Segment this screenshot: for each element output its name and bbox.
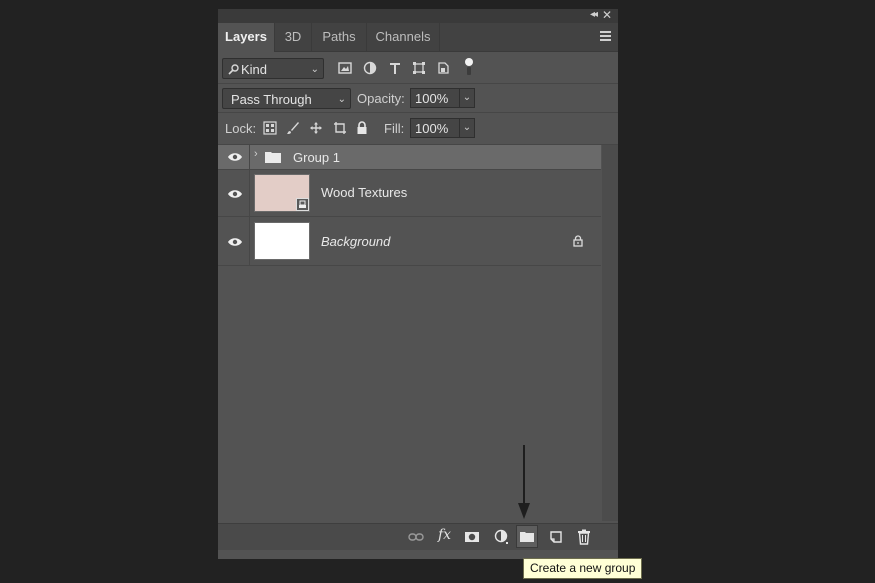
layer-thumbnail [254, 174, 310, 212]
layer-name[interactable]: Group 1 [293, 150, 340, 165]
tab-layers[interactable]: Layers [218, 23, 275, 52]
add-mask-icon[interactable] [464, 529, 480, 545]
fill-dropdown-arrow[interactable]: ⌄ [459, 118, 475, 138]
folder-icon [265, 152, 281, 163]
expand-arrow-icon[interactable]: › [254, 148, 258, 160]
blend-row: Pass Through ⌄ Opacity: 100% ⌄ [218, 84, 618, 113]
filter-kind-label: Kind [241, 62, 268, 77]
opacity-label: Opacity: [357, 91, 405, 106]
folder-icon [520, 532, 534, 542]
layers-panel: ◂◂ ✕ Layers 3D Paths Channels Kind ⌄ Pas… [218, 8, 618, 559]
new-layer-icon[interactable] [548, 529, 564, 545]
layer-row-background[interactable]: Background [218, 217, 601, 266]
layer-name[interactable]: Wood Textures [321, 185, 407, 200]
visibility-eye-icon[interactable] [227, 236, 243, 248]
fill-field[interactable]: 100% [410, 118, 460, 138]
opacity-dropdown-arrow[interactable]: ⌄ [459, 88, 475, 108]
panel-title-bar: ◂◂ ✕ [218, 8, 618, 23]
panel-tabs: Layers 3D Paths Channels [218, 23, 618, 52]
tab-3d[interactable]: 3D [275, 23, 312, 51]
lock-label: Lock: [225, 121, 257, 136]
lock-row: Lock: Fill: 100% ⌄ [218, 113, 618, 145]
chevron-down-icon: ⌄ [310, 64, 319, 75]
fill-label: Fill: [384, 121, 405, 136]
tooltip: Create a new group [523, 558, 643, 579]
blend-mode-value: Pass Through [231, 92, 312, 107]
layer-style-fx-icon[interactable]: fx [438, 527, 451, 543]
filter-toggle-icon[interactable] [464, 57, 474, 77]
pointer-arrow-icon [518, 445, 530, 519]
tab-paths[interactable]: Paths [312, 23, 367, 51]
search-icon [228, 64, 239, 75]
divider [249, 217, 250, 265]
layers-bottom-toolbar: fx [218, 523, 618, 550]
chevron-down-icon: ⌄ [337, 94, 346, 105]
opacity-field[interactable]: 100% [410, 88, 460, 108]
tab-channels[interactable]: Channels [367, 23, 440, 51]
filter-kind-dropdown[interactable]: Kind ⌄ [222, 58, 324, 79]
collapse-panel-icon[interactable]: ◂◂ [590, 9, 598, 20]
adjustment-layer-filter-icon[interactable] [363, 61, 377, 75]
smart-object-filter-icon[interactable] [436, 61, 450, 75]
layer-row-wood-textures[interactable]: Wood Textures [218, 170, 601, 217]
create-new-group-button[interactable] [516, 525, 538, 548]
prevent-auto-nesting-icon[interactable] [333, 121, 347, 135]
smart-object-badge-icon [296, 198, 309, 211]
divider [249, 145, 250, 169]
link-layers-icon[interactable] [408, 529, 424, 545]
close-panel-icon[interactable]: ✕ [602, 8, 612, 22]
filter-row: Kind ⌄ [218, 53, 618, 84]
visibility-eye-icon[interactable] [227, 188, 243, 200]
shape-layer-filter-icon[interactable] [412, 61, 426, 75]
lock-transparent-pixels-icon[interactable] [263, 121, 277, 135]
layer-thumbnail [254, 222, 310, 260]
lock-icon [573, 235, 583, 247]
adjustment-layer-icon[interactable] [494, 529, 510, 545]
lock-position-icon[interactable] [309, 121, 323, 135]
trash-icon[interactable] [576, 529, 592, 545]
panel-menu-icon[interactable] [600, 31, 611, 43]
lock-image-pixels-icon[interactable] [286, 121, 300, 135]
divider [249, 170, 250, 216]
blend-mode-dropdown[interactable]: Pass Through ⌄ [222, 88, 351, 109]
type-layer-filter-icon[interactable] [388, 61, 402, 75]
pixel-layer-filter-icon[interactable] [338, 61, 352, 75]
lock-all-icon[interactable] [355, 121, 369, 135]
layer-name[interactable]: Background [321, 234, 390, 249]
layers-scrollbar[interactable] [602, 145, 618, 521]
layer-row-group-1[interactable]: › Group 1 [218, 145, 601, 170]
visibility-eye-icon[interactable] [227, 151, 243, 163]
